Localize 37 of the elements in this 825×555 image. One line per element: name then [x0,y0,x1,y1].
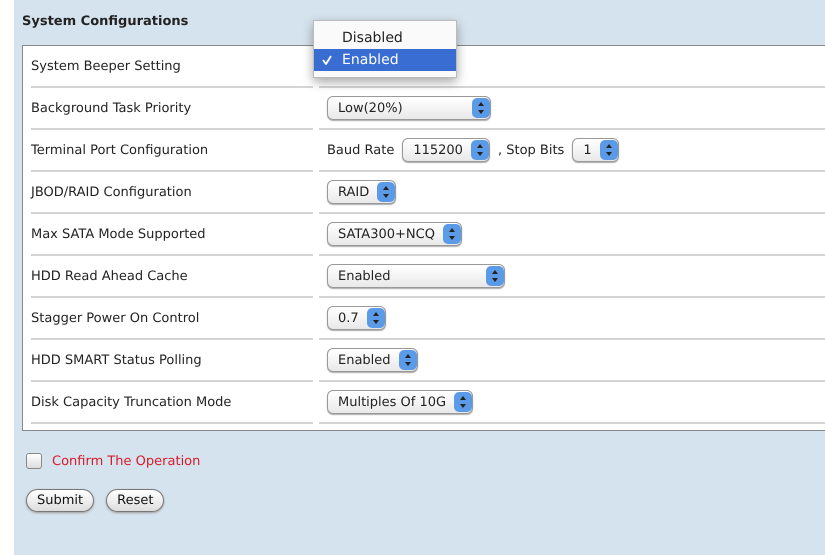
setting-label: Stagger Power On Control [31,310,200,326]
menu-option[interactable]: Enabled [314,49,456,71]
dropdown-select[interactable]: Multiples Of 10G [327,390,474,414]
field-label: , Stop Bits [498,142,564,158]
updown-arrows-icon [600,140,618,160]
reset-button[interactable]: Reset [106,489,164,512]
updown-arrows-icon [470,140,489,160]
dropdown-select[interactable]: SATA300+NCQ [327,222,462,246]
updown-arrows-icon [442,224,461,244]
setting-label: Background Task Priority [31,100,192,116]
dropdown-select[interactable]: Low(20%) [327,96,491,120]
confirm-checkbox[interactable] [26,453,42,469]
setting-label: HDD Read Ahead Cache [31,268,188,284]
dropdown-select[interactable]: Enabled [327,348,418,372]
dropdown-select[interactable]: 115200 [402,138,490,162]
dropdown-select[interactable]: 0.7 [327,306,386,330]
setting-label: Disk Capacity Truncation Mode [31,394,232,410]
setting-label: System Beeper Setting [31,58,181,74]
menu-option[interactable]: Disabled [314,27,456,49]
dropdown-select[interactable]: Enabled [327,264,505,288]
dropdown-select[interactable]: 1 [572,138,619,162]
updown-arrows-icon [398,350,417,370]
updown-arrows-icon [454,392,472,412]
setting-label: Terminal Port Configuration [31,142,208,158]
setting-label: JBOD/RAID Configuration [31,184,192,200]
checkmark-icon [322,55,332,65]
confirm-label: Confirm The Operation [52,454,200,468]
updown-arrows-icon [472,98,490,118]
section-title: System Configurations [22,14,190,29]
dropdown-select[interactable]: RAID [327,180,396,204]
setting-label: Max SATA Mode Supported [31,226,206,242]
submit-button[interactable]: Submit [26,489,94,512]
field-label: Baud Rate [327,142,394,158]
setting-label: HDD SMART Status Polling [31,352,202,368]
updown-arrows-icon [377,182,396,202]
updown-arrows-icon [366,308,385,328]
updown-arrows-icon [486,266,504,286]
